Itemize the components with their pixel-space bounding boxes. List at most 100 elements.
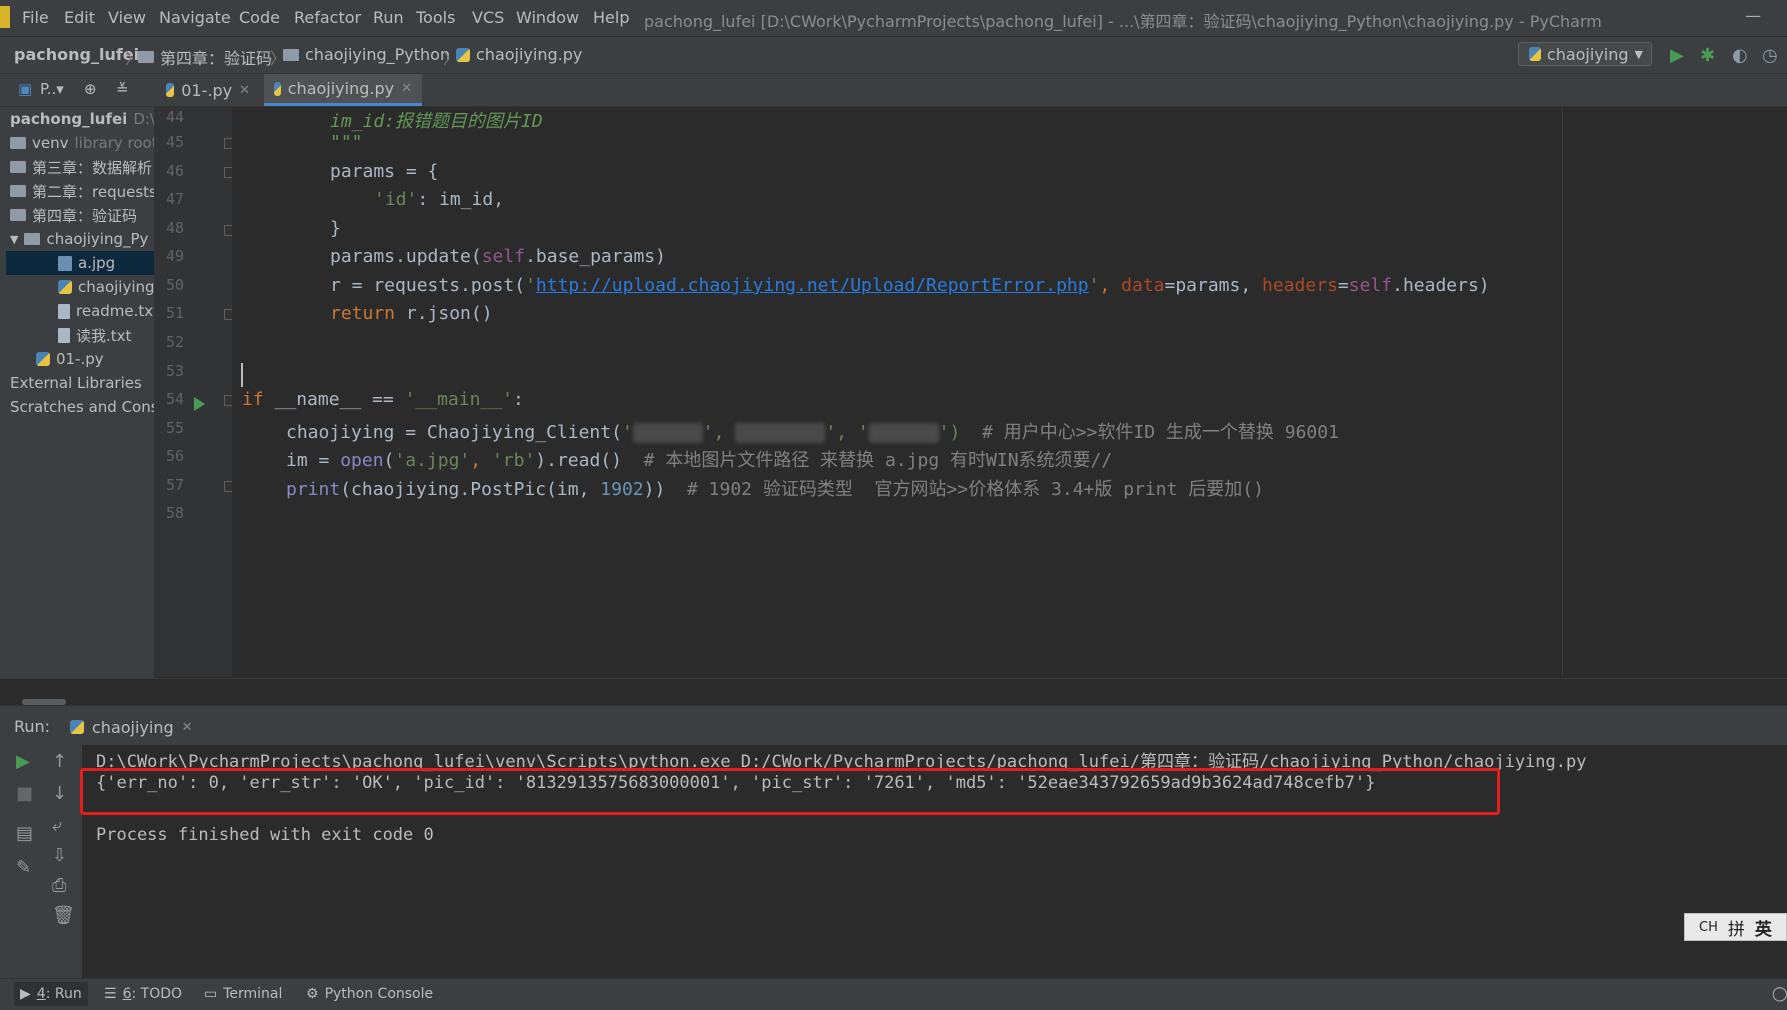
pycharm-logo-icon: [0, 6, 10, 28]
menu-tools[interactable]: Tools: [416, 8, 455, 27]
menu-help[interactable]: Help: [593, 8, 629, 27]
python-file-icon: [166, 83, 175, 97]
code-line-48: }: [330, 218, 341, 239]
run-panel-header: Run: chaojiying ✕: [0, 705, 1787, 746]
code-line-44: im_id:报错题目的图片ID: [330, 111, 543, 132]
trash-icon[interactable]: 🗑: [52, 905, 75, 926]
terminal-icon: ▭: [204, 986, 218, 1002]
code-line-47: 'id': im_id,: [374, 189, 505, 210]
folder-icon: [10, 209, 26, 221]
todo-icon: ☰: [104, 986, 117, 1002]
print-icon[interactable]: ⎙: [52, 875, 66, 896]
menu-vcs[interactable]: VCS: [472, 8, 504, 27]
run-tab-chaojiying[interactable]: chaojiying ✕: [70, 712, 193, 742]
breadcrumb-project[interactable]: pachong_lufei: [14, 45, 139, 64]
tree-01-py[interactable]: 01-.py: [36, 347, 104, 371]
expand-arrow-icon[interactable]: ▼: [10, 233, 18, 246]
layout-icon[interactable]: ▤: [16, 823, 33, 844]
project-view-icon[interactable]: ▣: [18, 80, 32, 98]
line-number: 49: [165, 247, 184, 265]
run-configuration-select[interactable]: chaojiying ▼: [1518, 42, 1652, 66]
python-file-icon: [274, 81, 281, 96]
window-title: pachong_lufei [D:\CWork\PycharmProjects\…: [644, 12, 1602, 31]
menu-refactor[interactable]: Refactor: [294, 8, 361, 27]
code-line-45: """: [330, 132, 363, 153]
breadcrumb-chaojiying-python[interactable]: chaojiying_Python: [283, 45, 450, 64]
redacted-password: [735, 423, 826, 443]
line-number: 54: [165, 390, 184, 408]
tree-readme-cn[interactable]: 读我.txt: [58, 323, 131, 347]
pin-icon[interactable]: ✎: [16, 857, 31, 878]
chevron-down-icon: ▼: [1634, 47, 1643, 61]
url-link[interactable]: http://upload.chaojiying.net/Upload/Repo…: [536, 275, 1089, 296]
tree-readme[interactable]: readme.txt: [58, 299, 154, 323]
menu-view[interactable]: View: [108, 8, 146, 27]
tree-a-jpg[interactable]: a.jpg: [6, 251, 154, 275]
close-icon[interactable]: ✕: [401, 81, 412, 96]
tool-python-console[interactable]: ⚙ Python Console: [306, 986, 433, 1002]
tree-venv[interactable]: venv library root: [10, 131, 154, 155]
project-toolbar: ▣ P..▾ ⊕ ≚: [0, 74, 154, 107]
ime-indicator[interactable]: CH 拼 英: [1684, 913, 1787, 941]
tree-external-libraries[interactable]: External Libraries: [10, 371, 142, 395]
up-arrow-icon[interactable]: ↑: [52, 751, 67, 772]
tree-chapter2[interactable]: 第二章：requests: [10, 179, 154, 203]
code-line-46: params = {: [330, 161, 439, 182]
text-file-icon: [58, 327, 70, 343]
line-number: 57: [165, 476, 184, 494]
menu-window[interactable]: Window: [516, 8, 579, 27]
line-number: 45: [165, 133, 184, 151]
close-icon[interactable]: ✕: [239, 83, 250, 98]
line-number: 58: [165, 504, 184, 522]
folder-icon: [10, 137, 26, 149]
line-number: 47: [165, 190, 184, 208]
breadcrumb-chapter4[interactable]: 第四章：验证码: [138, 45, 272, 69]
menu-bar: File Edit View Navigate Code Refactor Ru…: [0, 0, 1787, 37]
folder-icon: [283, 48, 299, 61]
breadcrumb-file[interactable]: chaojiying.py: [456, 45, 582, 64]
line-number: 56: [165, 447, 184, 465]
debug-icon[interactable]: ✱: [1700, 45, 1715, 66]
soft-wrap-icon[interactable]: ⤶: [52, 815, 62, 836]
minimize-button[interactable]: —: [1745, 6, 1761, 25]
close-icon[interactable]: ✕: [182, 720, 193, 735]
run-gutter-icon[interactable]: [194, 397, 205, 411]
line-number: 53: [165, 362, 184, 380]
tab-chaojiying-py[interactable]: chaojiying.py ✕: [264, 74, 422, 106]
code-editor[interactable]: im_id:报错题目的图片ID """ params = { 'id': im_…: [232, 107, 1787, 677]
horizontal-scrollbar[interactable]: [0, 678, 1787, 705]
project-view-select[interactable]: P..▾: [40, 80, 64, 98]
rerun-icon[interactable]: ▶: [16, 751, 30, 772]
tree-chapter4[interactable]: 第四章：验证码: [10, 203, 137, 227]
tree-chaojiying-python[interactable]: ▼ chaojiying_Py: [10, 227, 148, 251]
console-exit-line: Process finished with exit code 0: [96, 825, 434, 845]
navigation-bar: pachong_lufei 〉 第四章：验证码 〉 chaojiying_Pyt…: [0, 37, 1787, 74]
locate-icon[interactable]: ⊕: [84, 80, 97, 98]
coverage-icon[interactable]: ◐: [1732, 45, 1748, 66]
line-number: 51: [165, 304, 184, 322]
menu-edit[interactable]: Edit: [64, 8, 95, 27]
tree-scratches[interactable]: Scratches and Conso: [10, 395, 154, 419]
down-arrow-icon[interactable]: ↓: [52, 783, 67, 804]
tree-chaojiying-py[interactable]: chaojiying.: [58, 275, 154, 299]
code-line-49: params.update(self.base_params): [330, 246, 666, 267]
profile-icon[interactable]: ◷: [1762, 45, 1778, 66]
menu-file[interactable]: File: [22, 8, 49, 27]
tool-terminal[interactable]: ▭ Terminal: [204, 986, 282, 1002]
tree-chapter3[interactable]: 第三章：数据解析: [10, 155, 152, 179]
stop-icon[interactable]: ■: [16, 783, 33, 804]
tool-run[interactable]: ▶ 4: Run: [14, 982, 88, 1006]
menu-navigate[interactable]: Navigate: [159, 8, 231, 27]
collapse-all-icon[interactable]: ≚: [116, 80, 129, 98]
tool-todo[interactable]: ☰ 6: TODO: [104, 986, 182, 1002]
run-icon[interactable]: ▶: [1670, 45, 1684, 66]
python-file-icon: [36, 352, 50, 366]
scroll-to-end-icon[interactable]: ⇩: [52, 845, 67, 866]
redacted-softid: [868, 423, 939, 443]
menu-code[interactable]: Code: [239, 8, 280, 27]
python-console-icon: ⚙: [306, 986, 319, 1002]
menu-run[interactable]: Run: [373, 8, 404, 27]
tab-01-py[interactable]: 01-.py ✕: [156, 74, 260, 106]
tree-project-root[interactable]: pachong_lufei D:\C: [10, 107, 154, 131]
event-log-icon[interactable]: ◯: [1772, 986, 1787, 1002]
